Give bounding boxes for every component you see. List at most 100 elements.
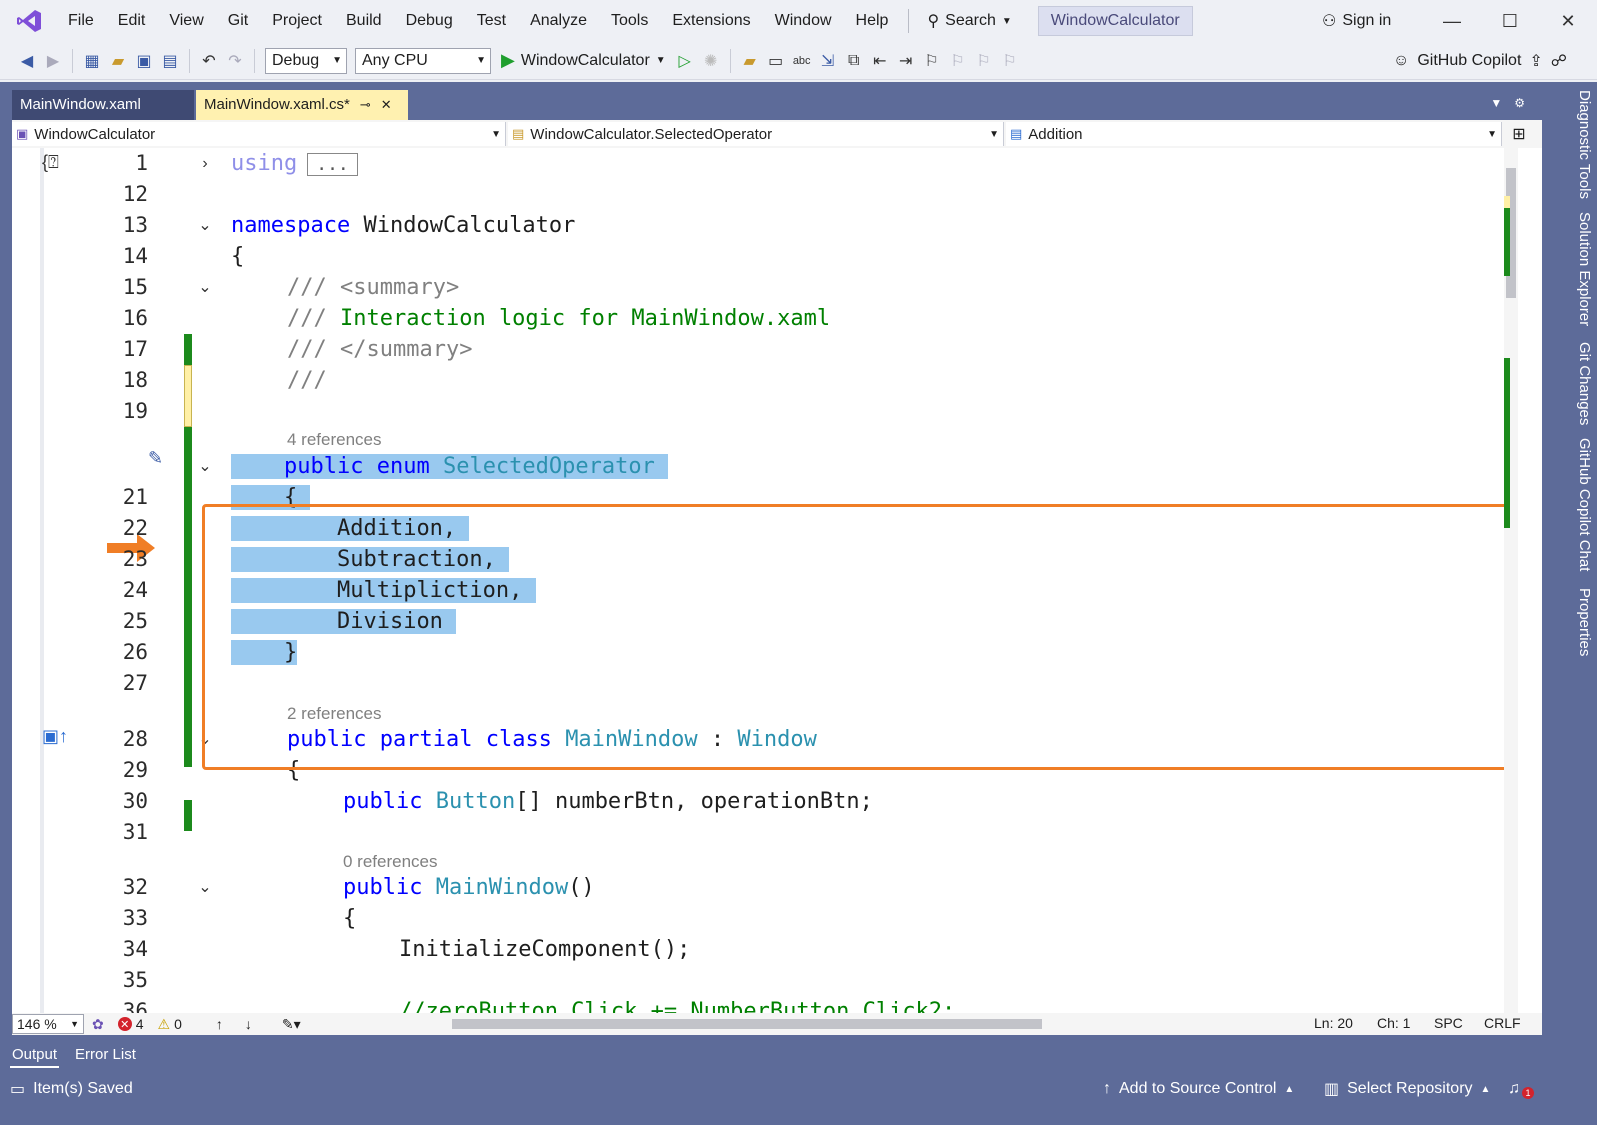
warning-count[interactable]: ⚠ 0	[158, 1016, 182, 1033]
vertical-scrollbar[interactable]	[1504, 148, 1518, 1013]
arrow-up-icon[interactable]: ↑	[216, 1016, 223, 1032]
github-copilot-button[interactable]: ☺ GitHub Copilot ⇪ ☍	[1393, 42, 1567, 80]
arrow-down-icon[interactable]: ↓	[245, 1016, 252, 1032]
new-project-icon[interactable]: ▦	[79, 46, 105, 76]
undo-icon[interactable]: ↶	[196, 46, 222, 76]
collapse-icon[interactable]: ⌄	[195, 872, 215, 903]
menu-help[interactable]: Help	[844, 0, 901, 42]
collapse-icon[interactable]: ⌄	[195, 451, 215, 482]
minimize-button[interactable]: —	[1423, 0, 1481, 42]
tab-output[interactable]: Output	[10, 1042, 60, 1068]
pin-icon[interactable]: ⊸	[360, 90, 371, 120]
line-number: 28	[122, 727, 148, 751]
save-all-icon[interactable]: ▤	[157, 46, 183, 76]
outdent-icon[interactable]: ⇤	[867, 46, 893, 76]
line-number: 1	[135, 151, 148, 175]
add-to-source-control-button[interactable]: ↑ Add to Source Control ▲	[1103, 1073, 1294, 1105]
tab-git-changes[interactable]: Git Changes	[1569, 342, 1593, 425]
menu-tools[interactable]: Tools	[599, 0, 660, 42]
collapse-icon[interactable]: ⌄	[195, 272, 215, 303]
codelens-references[interactable]: 4 references	[287, 429, 382, 451]
start-without-debugging-icon[interactable]: ▷	[672, 46, 698, 76]
search-button[interactable]: ⚲ Search ▼	[917, 6, 1021, 36]
layout-icon[interactable]: ▭	[763, 46, 789, 76]
split-editor-icon[interactable]: ⊞	[1504, 124, 1534, 144]
bookmark-clear-icon[interactable]: ⚐	[997, 46, 1023, 76]
tab-mainwindow-xaml[interactable]: MainWindow.xaml	[12, 90, 194, 120]
tab-solution-explorer[interactable]: Solution Explorer	[1569, 212, 1593, 326]
bookmark-prev-icon[interactable]: ⚐	[945, 46, 971, 76]
zoom-value: 146 %	[17, 1016, 57, 1032]
close-icon[interactable]: ✕	[381, 90, 392, 120]
scrollbar-thumb[interactable]	[452, 1019, 1042, 1029]
menu-edit[interactable]: Edit	[106, 0, 158, 42]
error-count[interactable]: ✕ 4	[117, 1016, 144, 1032]
menu-extensions[interactable]: Extensions	[660, 0, 762, 42]
save-icon[interactable]: ▣	[131, 46, 157, 76]
select-repository-button[interactable]: ▥ Select Repository ▲	[1324, 1073, 1490, 1105]
codelens-references[interactable]: 0 references	[343, 851, 438, 873]
tab-github-copilot-chat[interactable]: GitHub Copilot Chat	[1569, 438, 1593, 571]
line-number: 34	[122, 937, 148, 961]
step-icon[interactable]: ⇲	[815, 46, 841, 76]
project-dropdown[interactable]: ▣ WindowCalculator ▼	[12, 122, 506, 146]
menu-debug[interactable]: Debug	[394, 0, 465, 42]
bookmark-next-icon[interactable]: ⚐	[971, 46, 997, 76]
spacing-indicator[interactable]: SPC	[1434, 1015, 1463, 1031]
platform-dropdown[interactable]: Any CPU ▼	[355, 47, 491, 74]
project-value: WindowCalculator	[34, 125, 156, 143]
chevron-down-icon: ▼	[1487, 128, 1497, 140]
chevron-down-icon[interactable]: ▼	[1490, 96, 1502, 110]
type-dropdown[interactable]: ▤ WindowCalculator.SelectedOperator ▼	[508, 122, 1004, 146]
column-position[interactable]: Ch: 1	[1377, 1015, 1410, 1031]
back-button[interactable]: ◀	[14, 46, 40, 76]
sign-in-button[interactable]: ⚇ Sign in	[1322, 0, 1391, 42]
chevron-up-icon: ▲	[1480, 1083, 1491, 1095]
menu-project[interactable]: Project	[260, 0, 334, 42]
code-editor[interactable]: {⍰ ▣↑ ✎ 1 › using... 12 13 ⌄ namespace W…	[12, 148, 1542, 1013]
start-debugging-button[interactable]: ▶ WindowCalculator ▼	[495, 50, 672, 71]
menu-window[interactable]: Window	[763, 0, 844, 42]
redo-icon[interactable]: ↷	[222, 46, 248, 76]
solution-explorer-icon[interactable]: ▰	[737, 46, 763, 76]
bookmark-icon[interactable]: ⚐	[919, 46, 945, 76]
line-position[interactable]: Ln: 20	[1314, 1015, 1353, 1031]
tab-mainwindow-xaml-cs[interactable]: MainWindow.xaml.cs* ⊸ ✕	[196, 90, 408, 120]
zoom-dropdown[interactable]: 146 % ▼	[12, 1014, 84, 1034]
collapse-icon[interactable]: ⌄	[195, 210, 215, 241]
menu-build[interactable]: Build	[334, 0, 394, 42]
collapsed-region[interactable]: ...	[307, 152, 358, 176]
close-button[interactable]: ✕	[1539, 0, 1597, 42]
intellicode-icon[interactable]: ✿	[92, 1016, 104, 1033]
horizontal-scrollbar[interactable]	[442, 1019, 1282, 1029]
menu-analyze[interactable]: Analyze	[518, 0, 599, 42]
member-dropdown[interactable]: ▤ Addition ▼	[1006, 122, 1502, 146]
menu-git[interactable]: Git	[216, 0, 260, 42]
menu-file[interactable]: File	[56, 0, 106, 42]
tab-properties[interactable]: Properties	[1569, 588, 1593, 656]
forward-button[interactable]: ▶	[40, 46, 66, 76]
open-folder-icon[interactable]: ▰	[105, 46, 131, 76]
menu-view[interactable]: View	[157, 0, 215, 42]
line-number: 18	[122, 368, 148, 392]
document-well: MainWindow.xaml MainWindow.xaml.cs* ⊸ ✕ …	[0, 82, 1565, 1067]
scroll-marker	[1504, 196, 1510, 208]
line-number: 16	[122, 306, 148, 330]
copilot-label: GitHub Copilot	[1417, 52, 1522, 69]
configuration-dropdown[interactable]: Debug ▼	[265, 47, 347, 74]
spell-check-icon[interactable]: abc	[789, 46, 815, 76]
menu-test[interactable]: Test	[465, 0, 518, 42]
indent-icon[interactable]: ⇥	[893, 46, 919, 76]
tab-diagnostic-tools[interactable]: Diagnostic Tools	[1569, 90, 1593, 199]
maximize-button[interactable]: ☐	[1481, 0, 1539, 42]
code-cleanup-icon[interactable]: ✎▾	[282, 1016, 301, 1033]
solution-name-badge[interactable]: WindowCalculator	[1037, 6, 1193, 36]
hot-reload-icon[interactable]: ✺	[698, 46, 724, 76]
gear-icon[interactable]: ⚙	[1514, 96, 1525, 110]
tab-error-list[interactable]: Error List	[73, 1042, 138, 1068]
visual-studio-logo-icon[interactable]	[14, 8, 44, 34]
line-ending-indicator[interactable]: CRLF	[1484, 1015, 1521, 1031]
expand-icon[interactable]: ›	[195, 148, 215, 179]
copy-icon[interactable]: ⧉	[841, 46, 867, 76]
notifications-button[interactable]: ♫	[1508, 1073, 1520, 1105]
